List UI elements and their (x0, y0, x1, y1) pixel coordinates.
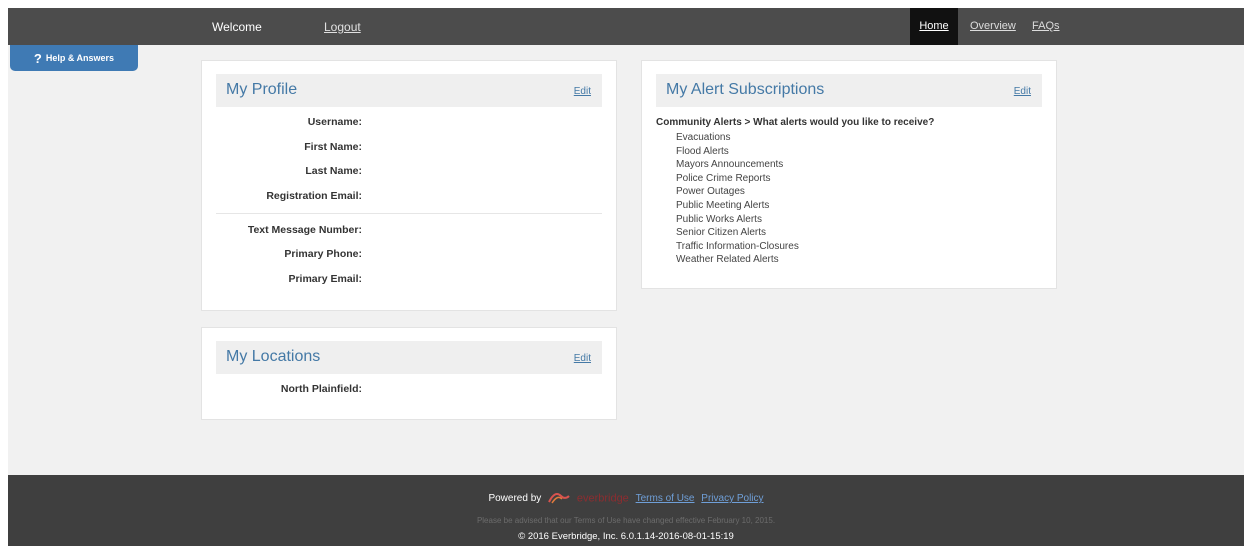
profile-title: My Profile (226, 81, 298, 98)
alert-item-evacuations: Evacuations (676, 132, 731, 143)
nav-faqs[interactable]: FAQs (1032, 20, 1060, 32)
field-label-north-plainfield: North Plainfield: (280, 383, 362, 395)
locations-card-header: My Locations Edit (216, 341, 602, 374)
field-label-text-message-number: Text Message Number: (247, 224, 362, 236)
welcome-text: Welcome (212, 20, 262, 34)
subscriptions-card: My Alert Subscriptions Edit Community Al… (641, 60, 1057, 289)
alert-item-weather-related-alerts: Weather Related Alerts (676, 254, 779, 266)
everbridge-logo-icon (548, 490, 570, 507)
nav-home[interactable]: Home (910, 8, 958, 45)
subscriptions-edit-link[interactable]: Edit (1014, 86, 1031, 97)
page: Welcome Logout Home Overview FAQs ? Help… (8, 8, 1244, 546)
help-label: Help & Answers (45, 53, 115, 63)
alert-item-senior-citizen-alerts: Senior Citizen Alerts (676, 227, 767, 239)
privacy-policy-link[interactable]: Privacy Policy (701, 493, 763, 504)
profile-card: My Profile Edit Username: First Name: La… (201, 60, 617, 311)
help-icon: ? (33, 50, 42, 66)
locations-title: My Locations (226, 348, 321, 365)
alert-item-mayors-announcements: Mayors Announcements (676, 159, 784, 171)
subscriptions-title: My Alert Subscriptions (666, 81, 825, 98)
profile-card-header: My Profile Edit (216, 74, 602, 107)
field-label-primary-email: Primary Email: (288, 273, 362, 285)
copyright-text: 2016 Everbridge, Inc. 6.0.1.14-2016-08-0… (527, 531, 734, 542)
alert-item-public-works-alerts: Public Works Alerts (676, 213, 762, 225)
everbridge-logo-text: everbridge (576, 492, 629, 505)
copyright-symbol: © (518, 531, 526, 542)
powered-by-text: Powered by (488, 493, 542, 505)
help-answers-button[interactable]: ? Help & Answers (10, 45, 138, 71)
locations-edit-link[interactable]: Edit (574, 353, 591, 364)
field-label-last-name: Last Name: (305, 165, 362, 177)
field-label-registration-email: Registration Email: (266, 190, 362, 202)
copyright: © 2016 Everbridge, Inc. 6.0.1.14-2016-08… (8, 531, 1244, 542)
field-label-first-name: First Name: (304, 141, 362, 153)
alert-item-traffic-information-closures: Traffic Information-Closures (676, 240, 799, 252)
subscriptions-heading: Community Alerts > What alerts would you… (656, 117, 935, 128)
alert-list: Evacuations Flood Alerts Mayors Announce… (676, 131, 799, 267)
logout-link[interactable]: Logout (324, 20, 361, 34)
field-label-username: Username: (307, 116, 362, 128)
alert-item-power-outages: Power Outages (676, 186, 745, 198)
locations-card: My Locations Edit North Plainfield: (201, 327, 617, 420)
terms-notice: Please be advised that our Terms of Use … (476, 516, 776, 525)
alert-item-flood-alerts: Flood Alerts (676, 145, 729, 157)
field-label-primary-phone: Primary Phone: (284, 248, 362, 260)
top-bar: Welcome Logout Home Overview FAQs (8, 8, 1244, 45)
alert-item-police-crime-reports: Police Crime Reports (676, 172, 771, 184)
nav-overview[interactable]: Overview (970, 20, 1016, 32)
footer-links-row: Powered by everbridge Terms of Use Priva… (8, 490, 1244, 507)
footer: Powered by everbridge Terms of Use Priva… (8, 475, 1244, 546)
terms-of-use-link[interactable]: Terms of Use (636, 493, 695, 504)
profile-edit-link[interactable]: Edit (574, 86, 591, 97)
alert-item-public-meeting-alerts: Public Meeting Alerts (676, 199, 770, 211)
profile-divider (216, 213, 602, 214)
subscriptions-card-header: My Alert Subscriptions Edit (656, 74, 1042, 107)
